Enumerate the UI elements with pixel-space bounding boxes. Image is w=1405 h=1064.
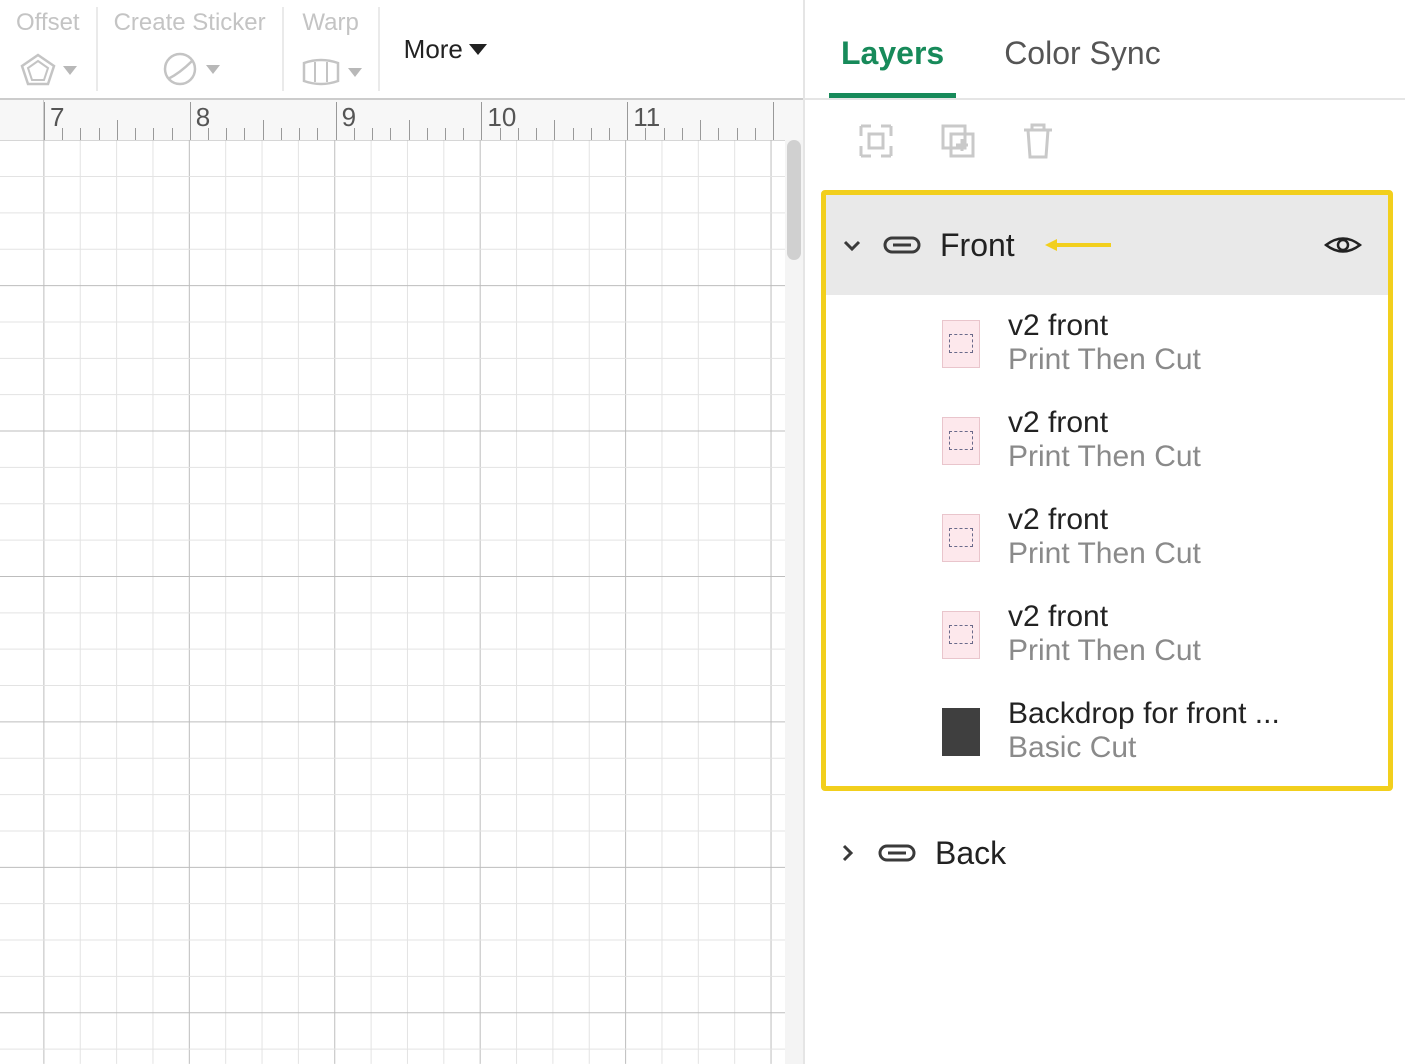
ruler-label: 8 (196, 102, 210, 133)
layer-operation: Print Then Cut (1008, 342, 1201, 378)
offset-icon (19, 53, 57, 87)
layer-name: v2 front (1008, 406, 1201, 439)
chevron-right-icon[interactable] (835, 841, 859, 865)
layer-name: v2 front (1008, 503, 1201, 536)
layer-text: v2 frontPrint Then Cut (1008, 406, 1201, 475)
layer-thumbnail (942, 514, 980, 562)
tab-layers[interactable]: Layers (841, 35, 944, 98)
layer-operation: Basic Cut (1008, 730, 1280, 766)
layer-text: Backdrop for front ...Basic Cut (1008, 697, 1280, 766)
chevron-down-icon (469, 44, 487, 55)
ruler-corner (0, 100, 44, 140)
layer-item[interactable]: v2 frontPrint Then Cut (826, 586, 1388, 683)
layers-panel: Layers Color Sync Frontv2 frontPrint The… (805, 0, 1405, 1064)
sticker-dropdown-caret[interactable] (206, 65, 220, 74)
tab-color-sync[interactable]: Color Sync (1004, 35, 1161, 98)
layer-name: v2 front (1008, 309, 1201, 342)
vertical-scroll-thumb[interactable] (787, 140, 801, 260)
duplicate-icon[interactable] (937, 120, 979, 162)
group-name: Front (940, 227, 1015, 264)
layer-thumbnail (942, 417, 980, 465)
ruler-label: 10 (487, 102, 516, 133)
annotation-arrow (1043, 235, 1113, 255)
ruler-label: 11 (633, 102, 660, 133)
layer-text: v2 frontPrint Then Cut (1008, 503, 1201, 572)
layer-item[interactable]: Backdrop for front ...Basic Cut (826, 683, 1388, 780)
create-sticker-label: Create Sticker (114, 9, 266, 37)
layer-text: v2 frontPrint Then Cut (1008, 309, 1201, 378)
group-icon[interactable] (855, 120, 897, 162)
layer-group: Frontv2 frontPrint Then Cutv2 frontPrint… (821, 190, 1393, 791)
chevron-down-icon[interactable] (840, 233, 864, 257)
layer-name: v2 front (1008, 600, 1201, 633)
warp-icon (300, 57, 342, 87)
layer-thumbnail (942, 708, 980, 756)
panel-tabs: Layers Color Sync (805, 0, 1405, 98)
layer-thumbnail (942, 320, 980, 368)
layer-text: v2 frontPrint Then Cut (1008, 600, 1201, 669)
layer-operation: Print Then Cut (1008, 439, 1201, 475)
canvas-area[interactable]: 7 8 9 10 11 (0, 98, 803, 1064)
offset-tool-button[interactable]: Offset (0, 7, 96, 91)
layer-operation: Print Then Cut (1008, 633, 1201, 669)
layer-group: Back (821, 817, 1393, 889)
ruler-label: 9 (342, 102, 356, 133)
attach-icon (882, 231, 922, 259)
canvas-grid[interactable] (0, 140, 785, 1064)
layer-item[interactable]: v2 frontPrint Then Cut (826, 295, 1388, 392)
warp-tool-button[interactable]: Warp (284, 7, 378, 91)
group-name: Back (935, 835, 1006, 872)
more-button[interactable]: More (380, 7, 511, 91)
layer-name: Backdrop for front ... (1008, 697, 1280, 730)
visibility-icon[interactable] (1324, 232, 1362, 258)
warp-dropdown-caret[interactable] (348, 68, 362, 77)
toolbar: Offset Create Sticker (0, 0, 803, 98)
vertical-scrollbar[interactable] (785, 140, 803, 1064)
offset-label: Offset (16, 9, 80, 37)
horizontal-ruler: 7 8 9 10 11 (44, 100, 785, 140)
layer-thumbnail (942, 611, 980, 659)
layers-list[interactable]: Frontv2 frontPrint Then Cutv2 frontPrint… (805, 182, 1405, 1064)
ruler-label: 7 (50, 102, 64, 133)
layer-operation: Print Then Cut (1008, 536, 1201, 572)
sticker-icon (160, 51, 200, 87)
create-sticker-tool-button[interactable]: Create Sticker (98, 7, 282, 91)
more-label: More (404, 34, 463, 65)
attach-icon (877, 839, 917, 867)
layer-group-header[interactable]: Front (826, 195, 1388, 295)
offset-dropdown-caret[interactable] (63, 66, 77, 75)
trash-icon[interactable] (1019, 120, 1057, 162)
layer-group-header[interactable]: Back (821, 817, 1393, 889)
layer-actions-row (805, 100, 1405, 182)
warp-label: Warp (302, 9, 358, 37)
layer-item[interactable]: v2 frontPrint Then Cut (826, 489, 1388, 586)
layer-item[interactable]: v2 frontPrint Then Cut (826, 392, 1388, 489)
ruler-right-gutter (785, 100, 803, 140)
